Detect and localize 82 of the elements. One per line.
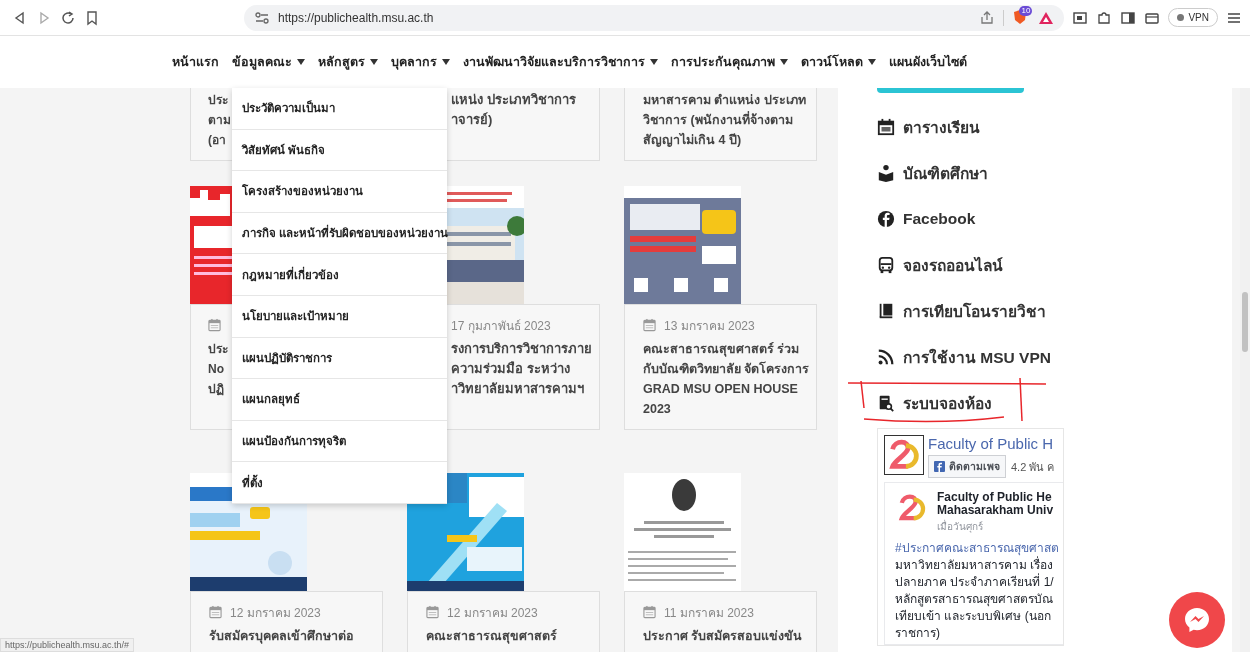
post-date: 17 กุมภาพันธ์ 2023 bbox=[451, 317, 551, 335]
post-text: หลักสูตรสาธารณสุขศาสตรบัณ bbox=[895, 591, 1054, 608]
post-card[interactable]: 11 มกราคม 2023 ประกาศ รับสมัครสอบแข่งขัน bbox=[624, 591, 817, 652]
sidebar-link[interactable]: บัณฑิตศึกษา bbox=[877, 150, 1232, 196]
post-date: 12 มกราคม 2023 bbox=[230, 604, 321, 622]
post-title[interactable]: ประกาศ รับสมัครสอบแข่งขัน bbox=[643, 626, 812, 646]
page-name-link[interactable]: Faculty of Public H bbox=[928, 435, 1055, 452]
post-card[interactable]: 13 มกราคม 2023 คณะสาธารณสุขศาสตร์ ร่วมกับบัณฑิตวิทยาลัย จัดโครงการ GRAD MSU OPEN HOUSE 2023 bbox=[624, 304, 817, 430]
title-fragment[interactable]: ความร่วมมือ ระหว่าง bbox=[451, 359, 570, 379]
address-bar[interactable]: https://publichealth.msu.ac.th 10 bbox=[244, 4, 1065, 31]
sidebar-link[interactable]: การเทียบโอนรายวิชา bbox=[877, 288, 1232, 334]
vpn-button[interactable]: VPN bbox=[1168, 8, 1218, 27]
sidebar-link[interactable]: ระบบจองห้อง bbox=[877, 380, 1232, 426]
shield-count: 10 bbox=[1019, 5, 1033, 16]
author-name[interactable]: Faculty of Public He bbox=[937, 491, 1054, 504]
caret-icon bbox=[442, 59, 450, 65]
nav-link[interactable]: บุคลากร bbox=[391, 52, 450, 72]
hashtag-link[interactable]: #ประกาศคณะสาธารณสุขศาสต bbox=[895, 540, 1059, 557]
title-fragment[interactable]: ตาม bbox=[208, 110, 231, 130]
site-settings-icon[interactable] bbox=[254, 9, 270, 26]
caret-icon bbox=[370, 59, 378, 65]
title-fragment[interactable]: ปฏิ bbox=[208, 379, 224, 399]
reader-icon bbox=[877, 164, 895, 182]
sidebar-link[interactable]: การใช้งาน MSU VPN bbox=[877, 334, 1232, 380]
caret-icon bbox=[650, 59, 658, 65]
title-fragment[interactable]: แหน่ง ประเภทวิชาการ bbox=[451, 90, 576, 110]
sidebar-link[interactable]: Facebook bbox=[877, 196, 1232, 242]
follow-button[interactable]: ติดตามเพจ bbox=[928, 455, 1006, 478]
nav-link[interactable]: หลักสูตร bbox=[318, 52, 378, 72]
post-title[interactable]: คณะสาธารณสุขศาสตร์ bbox=[426, 626, 595, 646]
title-fragment[interactable]: ประ bbox=[208, 339, 228, 359]
facebook-icon bbox=[934, 461, 945, 472]
bookmark-icon[interactable] bbox=[84, 9, 100, 26]
post-text: มหาวิทยาลัยมหาสารคาม เรื่อง bbox=[895, 557, 1054, 573]
nav-link[interactable]: การประกันคุณภาพ bbox=[671, 52, 788, 72]
nav-link[interactable]: หน้าแรก bbox=[172, 52, 219, 72]
title-fragment[interactable]: ประ bbox=[208, 90, 228, 110]
nav-link[interactable]: ข้อมูลคณะ bbox=[232, 52, 305, 72]
caret-icon bbox=[780, 59, 788, 65]
post-text: ปลายภาค ประจำภาคเรียนที่ 1/ bbox=[895, 574, 1055, 591]
post-title[interactable]: คณะสาธารณสุขศาสตร์ ร่วมกับบัณฑิตวิทยาลัย จัดโครงการ GRAD MSU OPEN HOUSE 2023 bbox=[643, 339, 812, 419]
nav-link[interactable]: แผนผังเว็บไซต์ bbox=[889, 52, 967, 72]
caret-icon bbox=[297, 59, 305, 65]
nav-link[interactable]: งานพัฒนาวิจัยและบริการวิชาการ bbox=[463, 52, 658, 72]
sidebar-link[interactable]: ตารางเรียน bbox=[877, 104, 1232, 150]
puzzle-icon[interactable] bbox=[1096, 9, 1113, 26]
calendar-icon bbox=[877, 118, 895, 136]
post-title[interactable]: รับสมัครบุคคลเข้าศึกษาต่อ bbox=[209, 626, 378, 646]
post-card[interactable]: มหาสารคาม ตำแหน่ง ประเภทวิชาการ (พนักงานที่จ้างตามสัญญาไม่เกิน 4 ปี) bbox=[624, 88, 817, 161]
post-date: 12 มกราคม 2023 bbox=[447, 604, 538, 622]
title-fragment[interactable]: าจารย์) bbox=[451, 110, 493, 130]
facebook-icon bbox=[877, 210, 895, 228]
post-text: ราชการ) bbox=[895, 625, 941, 642]
reload-icon[interactable] bbox=[60, 9, 76, 26]
sidebar-icon[interactable] bbox=[1120, 9, 1137, 26]
post-date: 11 มกราคม 2023 bbox=[664, 604, 754, 622]
post-text: เทียบเข้า และระบบพิเศษ (นอก bbox=[895, 608, 1052, 625]
post-card[interactable]: 12 มกราคม 2023 รับสมัครบุคคลเข้าศึกษาต่อ bbox=[190, 591, 383, 652]
author-name[interactable]: Mahasarakham Univ bbox=[937, 504, 1054, 517]
window-icon[interactable] bbox=[1072, 9, 1089, 26]
bus-icon bbox=[877, 256, 895, 274]
caret-icon bbox=[868, 59, 876, 65]
document-search-icon bbox=[877, 394, 895, 412]
title-fragment[interactable]: รงการบริการวิชาการภาย bbox=[451, 339, 592, 359]
post-time: เมื่อวันศุกร์ bbox=[937, 519, 984, 534]
post-card[interactable]: 12 มกราคม 2023 คณะสาธารณสุขศาสตร์ bbox=[407, 591, 600, 652]
url-text: https://publichealth.msu.ac.th bbox=[278, 10, 435, 25]
follower-count: 4.2 พัน ค bbox=[1011, 459, 1055, 475]
title-fragment[interactable]: No bbox=[208, 359, 224, 379]
title-fragment[interactable]: (อา bbox=[208, 130, 226, 150]
sidebar-link[interactable]: จองรถออนไลน์ bbox=[877, 242, 1232, 288]
title-fragment[interactable]: าวิทยาลัยมหาสารคามฯ bbox=[451, 379, 584, 399]
post-date: 13 มกราคม 2023 bbox=[664, 317, 755, 335]
status-url: https://publichealth.msu.ac.th/# bbox=[0, 638, 135, 652]
book-icon bbox=[877, 302, 895, 320]
share-icon[interactable] bbox=[979, 9, 996, 26]
rss-icon bbox=[877, 348, 895, 366]
nav-link[interactable]: ดาวน์โหลด bbox=[801, 52, 876, 72]
post-title[interactable]: มหาสารคาม ตำแหน่ง ประเภทวิชาการ (พนักงานที่จ้างตามสัญญาไม่เกิน 4 ปี) bbox=[643, 90, 812, 150]
logo-icon bbox=[884, 435, 924, 475]
menu-item[interactable]: แผนป้องกันการทุจริต bbox=[232, 420, 447, 463]
messenger-icon bbox=[1182, 605, 1212, 635]
